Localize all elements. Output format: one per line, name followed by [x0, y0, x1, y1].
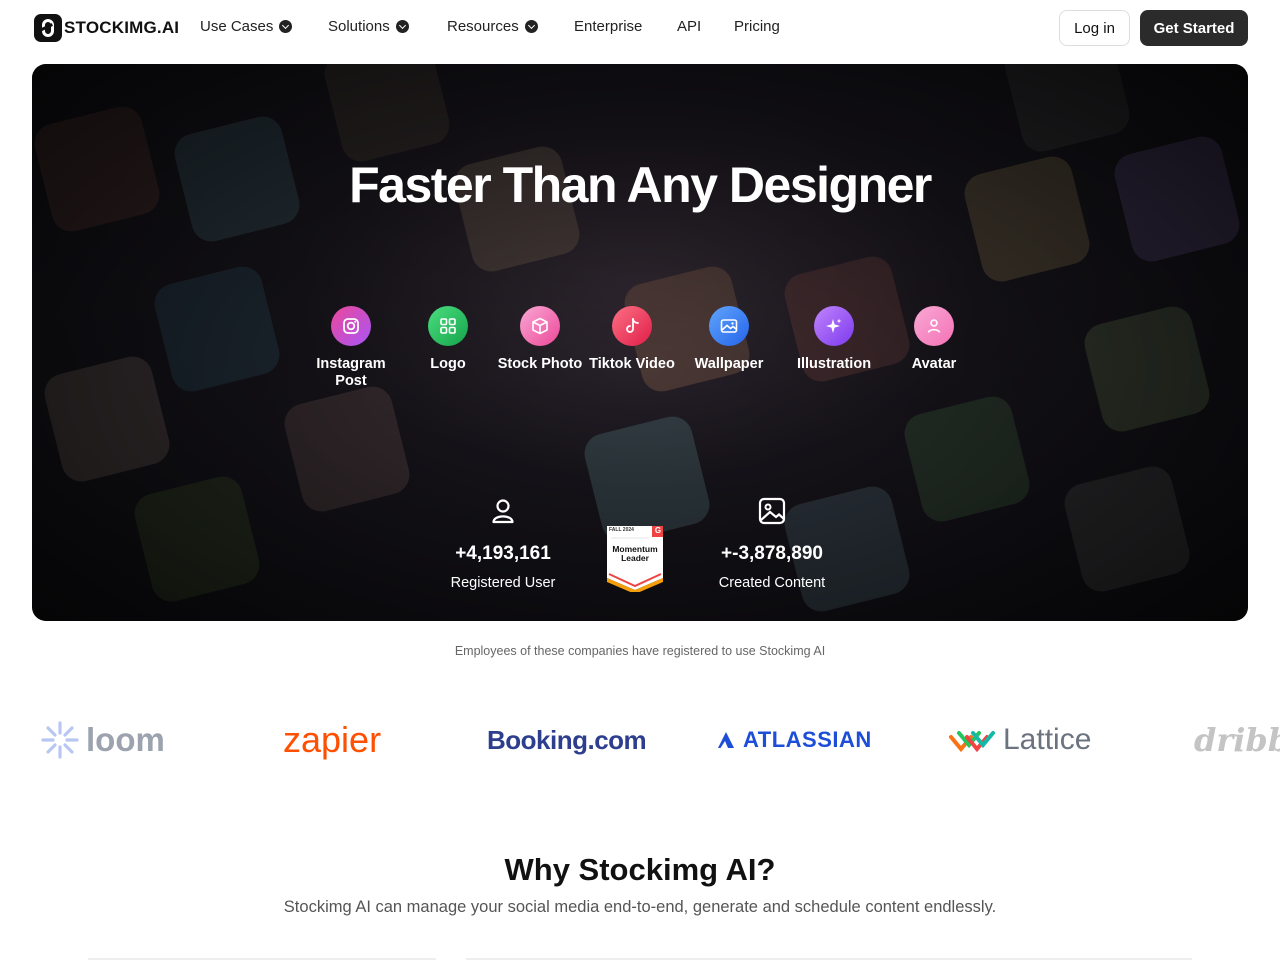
- nav-label: Pricing: [734, 18, 780, 35]
- category-tiktok-video[interactable]: Tiktok Video: [587, 306, 677, 373]
- box-icon: [520, 306, 560, 346]
- category-label: Stock Photo: [497, 356, 583, 372]
- image-icon: [758, 497, 786, 525]
- chevron-down-icon: [524, 20, 538, 33]
- tiktok-icon: [612, 306, 652, 346]
- brand-name: Lattice: [1003, 723, 1092, 756]
- brand-logo-zapier: zapier: [283, 716, 381, 764]
- badge-season: FALL 2024: [609, 527, 634, 533]
- category-avatar[interactable]: Avatar: [889, 306, 979, 373]
- category-stock-photo[interactable]: Stock Photo: [495, 306, 585, 373]
- atlassian-icon: [718, 732, 734, 748]
- brand-name: loom: [86, 721, 165, 758]
- brand-logo[interactable]: STOCKIMG.AI: [34, 14, 179, 42]
- stat-label: Created Content: [718, 575, 826, 591]
- nav-label: Use Cases: [200, 18, 274, 35]
- why-subtitle: Stockimg AI can manage your social media…: [283, 898, 997, 916]
- stat-label: Registered User: [450, 575, 556, 591]
- brand-name: Booking.com: [487, 724, 647, 755]
- brand-logo-dribbble: dribbble: [1194, 716, 1280, 764]
- category-label: Avatar: [911, 356, 957, 372]
- lattice-icon: [949, 731, 995, 753]
- nav-pricing[interactable]: Pricing: [734, 18, 780, 35]
- badge-line2: Leader: [621, 553, 649, 563]
- category-label: Wallpaper: [694, 356, 764, 372]
- stat-number: +4,193,161: [455, 543, 551, 564]
- why-title: Why Stockimg AI?: [504, 852, 776, 887]
- nav-resources[interactable]: Resources: [447, 18, 538, 35]
- nav-enterprise[interactable]: Enterprise: [574, 18, 642, 35]
- category-label: Logo: [430, 356, 466, 372]
- user-icon: [492, 499, 514, 524]
- chevron-down-icon: [395, 20, 409, 33]
- brand-logo-loom: loom: [40, 716, 165, 764]
- nav-api[interactable]: API: [677, 18, 701, 35]
- nav-solutions[interactable]: Solutions: [328, 18, 409, 35]
- grid-icon: [428, 306, 468, 346]
- category-wallpaper[interactable]: Wallpaper: [684, 306, 774, 373]
- logo-mark-icon: [34, 14, 62, 42]
- category-illustration[interactable]: Illustration: [789, 306, 879, 373]
- instagram-icon: [331, 306, 371, 346]
- brand-logo-booking: Booking.com: [487, 716, 647, 764]
- category-label: Instagram Post: [316, 356, 386, 389]
- category-logo[interactable]: Logo: [403, 306, 493, 373]
- image-icon: [709, 306, 749, 346]
- logo-text: STOCKIMG.AI: [64, 18, 180, 37]
- sparkle-icon: [814, 306, 854, 346]
- g2-momentum-leader-badge: FALL 2024 G Momentum Leader: [605, 524, 665, 594]
- top-navigation: STOCKIMG.AI Use Cases Solutions Resource…: [0, 0, 1280, 56]
- loom-burst-icon: [41, 721, 79, 759]
- stat-registered-users: +4,193,161 Registered User: [423, 496, 583, 591]
- g2-mark: G: [654, 526, 662, 535]
- companies-note: Employees of these companies have regist…: [454, 644, 826, 658]
- nav-label: Enterprise: [574, 18, 643, 35]
- brand-name: dribbble: [1194, 721, 1280, 759]
- brand-logo-lattice: Lattice: [947, 716, 1091, 764]
- brand-name: ATLASSIAN: [743, 727, 872, 752]
- brand-logo-atlassian: ATLASSIAN: [717, 716, 872, 764]
- login-button[interactable]: Log in: [1059, 10, 1130, 46]
- user-icon: [914, 306, 954, 346]
- category-instagram-post[interactable]: Instagram Post: [306, 306, 396, 390]
- brand-name: zapier: [283, 719, 382, 760]
- stat-created-content: +-3,878,890 Created Content: [692, 496, 852, 591]
- nav-use-cases[interactable]: Use Cases: [200, 18, 293, 35]
- nav-label: Solutions: [328, 18, 390, 35]
- category-label: Illustration: [796, 356, 872, 372]
- category-label: Tiktok Video: [589, 356, 675, 372]
- nav-label: Resources: [447, 18, 519, 35]
- hero-title: Faster Than Any Designer: [349, 157, 932, 213]
- stat-number: +-3,878,890: [721, 543, 823, 564]
- chevron-down-icon: [279, 20, 293, 33]
- hero-banner: Faster Than Any Designer Instagram Post …: [32, 64, 1248, 621]
- get-started-button[interactable]: Get Started: [1140, 10, 1248, 46]
- nav-label: API: [677, 18, 702, 35]
